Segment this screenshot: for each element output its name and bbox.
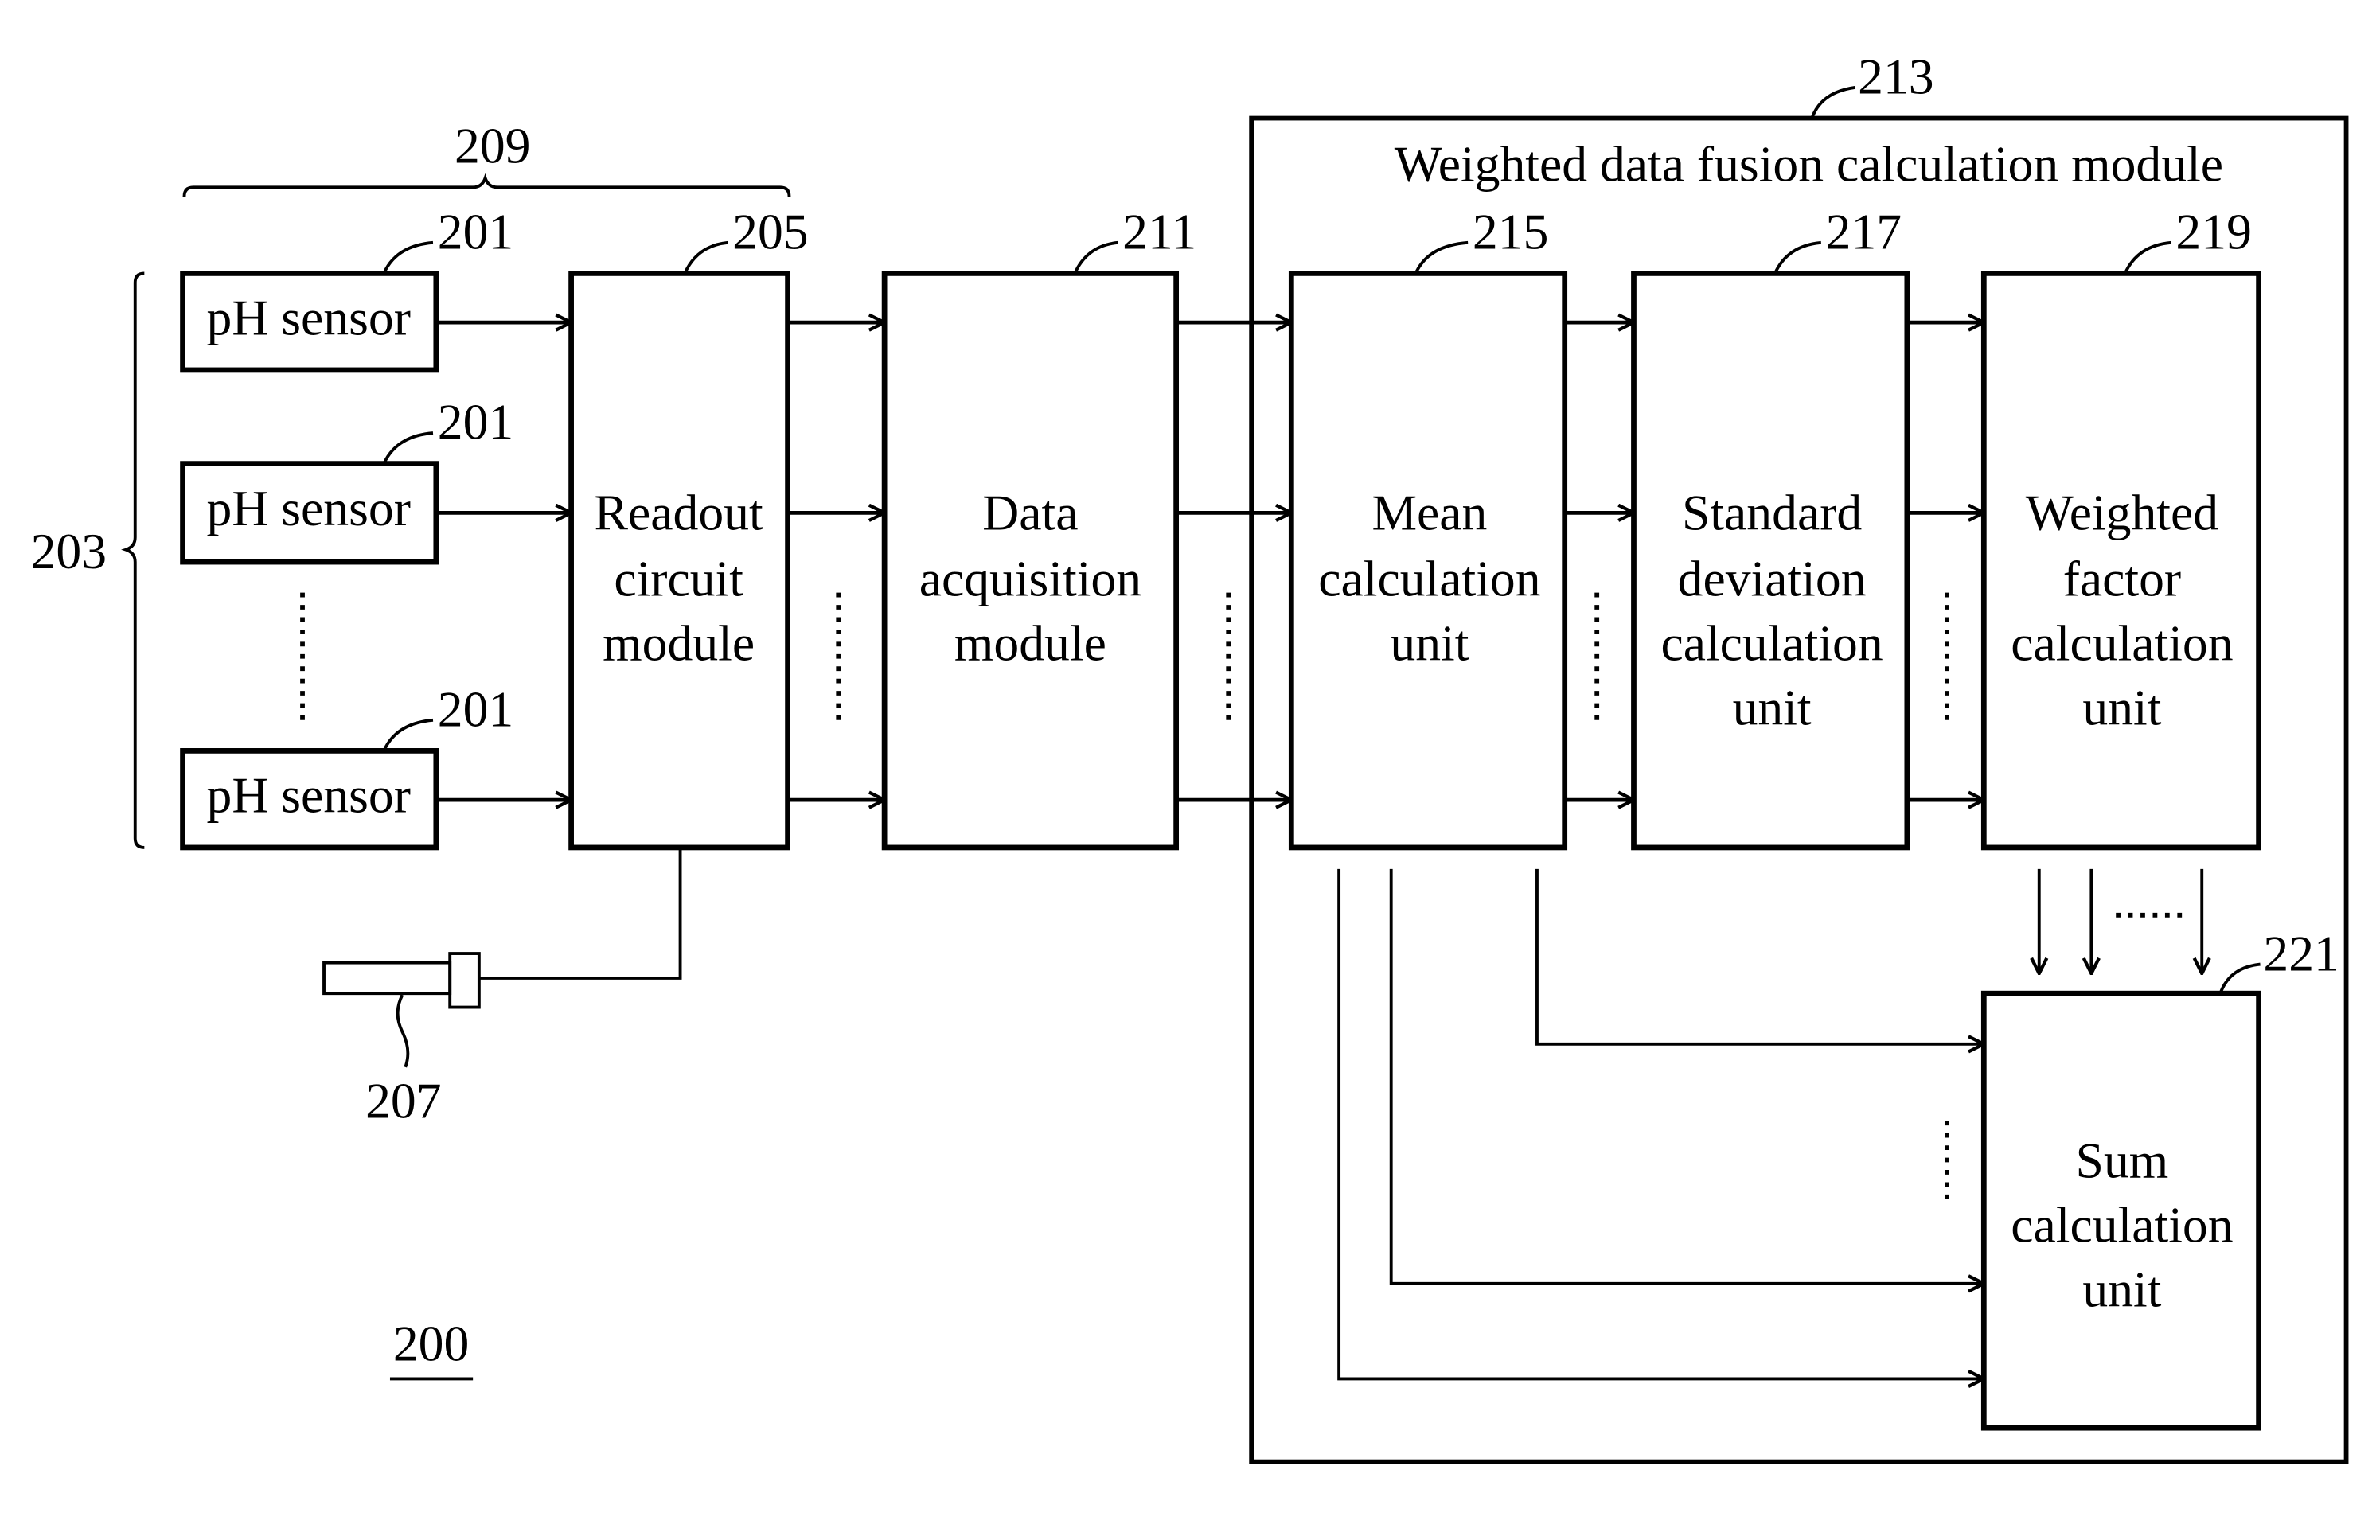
weight-label-line-3: calculation bbox=[2011, 615, 2233, 672]
reference-electrode: 207 bbox=[322, 847, 682, 1129]
sum-label-line-3: unit bbox=[2082, 1261, 2161, 1318]
mean-label-line-2: calculation bbox=[1318, 551, 1540, 607]
readout-label-line-2: circuit bbox=[614, 551, 743, 607]
sum-calculation-unit: Sum calculation unit 221 bbox=[1980, 925, 2339, 1431]
ref-label-205: 205 bbox=[732, 204, 808, 260]
ref-label-203: 203 bbox=[31, 523, 107, 579]
brace-209: 209 bbox=[182, 117, 791, 197]
sum-label-line-2: calculation bbox=[2011, 1197, 2233, 1253]
data-acquisition-module: Data acquisition module 211 bbox=[881, 204, 1196, 851]
ref-label-213: 213 bbox=[1858, 49, 1933, 105]
daq-label-line-1: Data bbox=[982, 485, 1078, 541]
readout-circuit-module: Readout circuit module 205 bbox=[568, 204, 809, 851]
ref-label-207: 207 bbox=[365, 1072, 441, 1129]
std-label-line-4: unit bbox=[1733, 680, 1812, 736]
ref-label-201: 201 bbox=[438, 204, 513, 260]
ref-label-217: 217 bbox=[1826, 204, 1902, 260]
mean-calculation-unit: Mean calculation unit 215 bbox=[1288, 204, 1568, 851]
ref-label-215: 215 bbox=[1473, 204, 1548, 260]
std-label-line-3: calculation bbox=[1660, 615, 1883, 672]
mean-label-line-3: unit bbox=[1390, 615, 1469, 672]
ref-label-201: 201 bbox=[438, 394, 513, 450]
weight-label-line-2: factor bbox=[2063, 551, 2181, 607]
std-to-weight-arrows bbox=[1906, 322, 1984, 800]
ph-sensor-1: pH sensor 201 bbox=[180, 204, 513, 373]
brace-203: 203 bbox=[31, 271, 145, 849]
std-label-line-2: deviation bbox=[1678, 551, 1867, 607]
ref-label-221: 221 bbox=[2263, 925, 2339, 981]
ph-sensor-label: pH sensor bbox=[207, 767, 411, 824]
weight-to-sum-arrows bbox=[2039, 868, 2202, 973]
readout-label-line-1: Readout bbox=[595, 485, 763, 541]
mean-to-sum-lines bbox=[1337, 868, 1984, 1378]
ph-sensor-label: pH sensor bbox=[207, 290, 411, 346]
weighted-factor-calculation-unit: Weighted factor calculation unit 219 bbox=[1980, 204, 2261, 851]
ph-sensor-n: pH sensor 201 bbox=[180, 681, 513, 851]
std-deviation-calculation-unit: Standard deviation calculation unit 217 bbox=[1631, 204, 1910, 851]
std-label-line-1: Standard bbox=[1682, 485, 1862, 541]
sum-label-line-1: Sum bbox=[2076, 1133, 2169, 1189]
readout-label-line-3: module bbox=[603, 615, 755, 672]
mean-to-std-arrows bbox=[1564, 322, 1634, 800]
ref-label-211: 211 bbox=[1122, 204, 1196, 260]
daq-label-line-3: module bbox=[954, 615, 1106, 672]
daq-to-mean-arrows bbox=[1176, 322, 1292, 800]
mean-label-line-1: Mean bbox=[1371, 485, 1487, 541]
ref-label-201: 201 bbox=[438, 681, 513, 738]
weight-label-line-4: unit bbox=[2082, 680, 2161, 736]
ref-label-219: 219 bbox=[2175, 204, 2251, 260]
fusion-module-title: Weighted data fusion calculation module bbox=[1395, 136, 2223, 193]
system-block-diagram: 209 203 pH sensor 201 pH sensor 201 pH s… bbox=[31, 49, 2349, 1464]
readout-to-daq-arrows bbox=[787, 322, 885, 800]
ph-sensor-label: pH sensor bbox=[207, 480, 411, 536]
ph-sensor-2: pH sensor 201 bbox=[180, 394, 513, 565]
figure-number: 200 bbox=[389, 1315, 474, 1381]
ref-label-209: 209 bbox=[455, 117, 530, 173]
figure-number-label: 200 bbox=[393, 1315, 469, 1371]
daq-label-line-2: acquisition bbox=[919, 551, 1141, 607]
weight-label-line-1: Weighted bbox=[2026, 485, 2219, 541]
